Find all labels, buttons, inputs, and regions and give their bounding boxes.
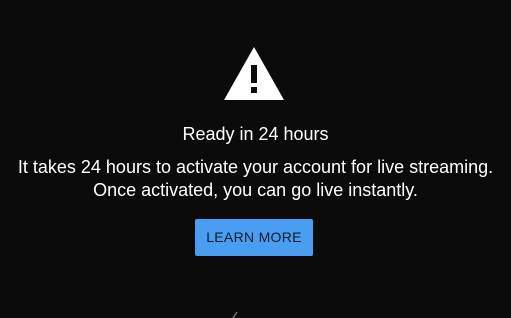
dialog-message: It takes 24 hours to activate your accou… [17, 157, 494, 200]
warning-icon [224, 47, 284, 100]
cursor-mark-icon [232, 311, 238, 318]
dialog-title: Ready in 24 hours [182, 124, 329, 144]
live-streaming-activation-screen: Ready in 24 hours It takes 24 hours to a… [0, 0, 511, 318]
learn-more-button[interactable]: LEARN MORE [195, 219, 313, 256]
